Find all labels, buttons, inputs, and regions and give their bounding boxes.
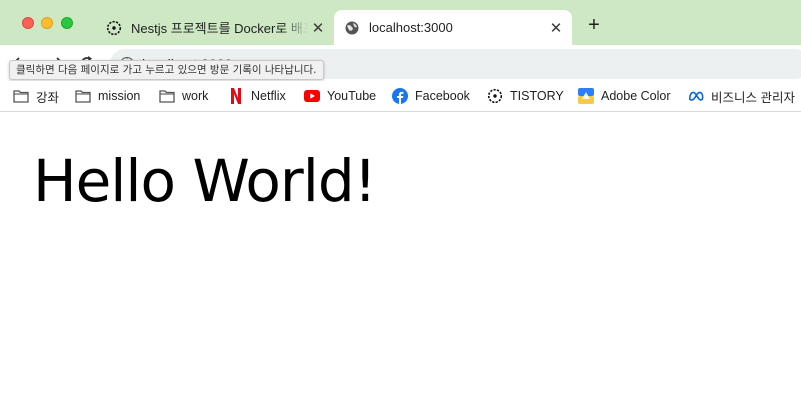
bookmark-facebook[interactable]: Facebook — [392, 86, 470, 106]
bookmark-folder-work[interactable]: work — [159, 86, 208, 106]
bookmark-label: YouTube — [327, 89, 377, 103]
bookmark-folder-course[interactable]: 강좌 — [13, 86, 59, 106]
tab-localhost[interactable]: localhost:3000 ✕ — [334, 10, 572, 45]
bookmark-business-manager[interactable]: 비즈니스 관리자 — [688, 86, 795, 106]
bookmark-tistory[interactable]: TISTORY — [487, 86, 564, 106]
tab-strip: Nestjs 프로젝트를 Docker로 배포하 ✕ localhost:300… — [0, 0, 801, 45]
facebook-icon — [392, 88, 408, 104]
close-window-button[interactable] — [22, 17, 34, 29]
tab-title: localhost:3000 — [369, 20, 453, 35]
bookmark-label: work — [182, 89, 209, 103]
globe-icon — [344, 20, 360, 36]
folder-icon — [75, 88, 91, 104]
bookmark-folder-mission[interactable]: mission — [75, 86, 140, 106]
bookmark-label: 비즈니스 관리자 — [711, 90, 795, 105]
bookmarks-bar: 강좌 mission work Netflix YouTube Facebook… — [0, 81, 801, 112]
close-tab-icon[interactable]: ✕ — [308, 18, 328, 38]
tistory-icon — [487, 88, 503, 104]
page-heading: Hello World! — [33, 147, 377, 215]
bookmark-label: 강좌 — [36, 90, 60, 105]
fullscreen-window-button[interactable] — [61, 17, 73, 29]
bookmark-label: TISTORY — [510, 89, 564, 103]
bookmark-label: Netflix — [251, 89, 286, 103]
close-tab-icon[interactable]: ✕ — [546, 18, 566, 38]
tistory-icon — [106, 20, 122, 36]
folder-icon — [159, 88, 175, 104]
bookmark-label: Facebook — [415, 89, 470, 103]
minimize-window-button[interactable] — [41, 17, 53, 29]
page-content: Hello World! — [0, 113, 801, 408]
bookmark-adobe-color[interactable]: Adobe Color — [578, 86, 671, 106]
bookmark-label: Adobe Color — [601, 89, 671, 103]
bookmark-youtube[interactable]: YouTube — [304, 86, 376, 106]
youtube-icon — [304, 88, 320, 104]
meta-icon — [688, 88, 704, 104]
bookmark-netflix[interactable]: Netflix — [228, 86, 286, 106]
tab-title: Nestjs 프로젝트를 Docker로 배포하 — [131, 21, 308, 36]
bookmark-label: mission — [98, 89, 141, 103]
netflix-icon — [228, 88, 244, 104]
navigation-tooltip: 클릭하면 다음 페이지로 가고 누르고 있으면 방문 기록이 나타납니다. — [9, 60, 324, 80]
tab-nestjs-docker[interactable]: Nestjs 프로젝트를 Docker로 배포하 ✕ — [96, 10, 334, 45]
adobe-color-icon — [578, 88, 594, 104]
folder-icon — [13, 88, 29, 104]
new-tab-button[interactable]: + — [584, 15, 604, 36]
